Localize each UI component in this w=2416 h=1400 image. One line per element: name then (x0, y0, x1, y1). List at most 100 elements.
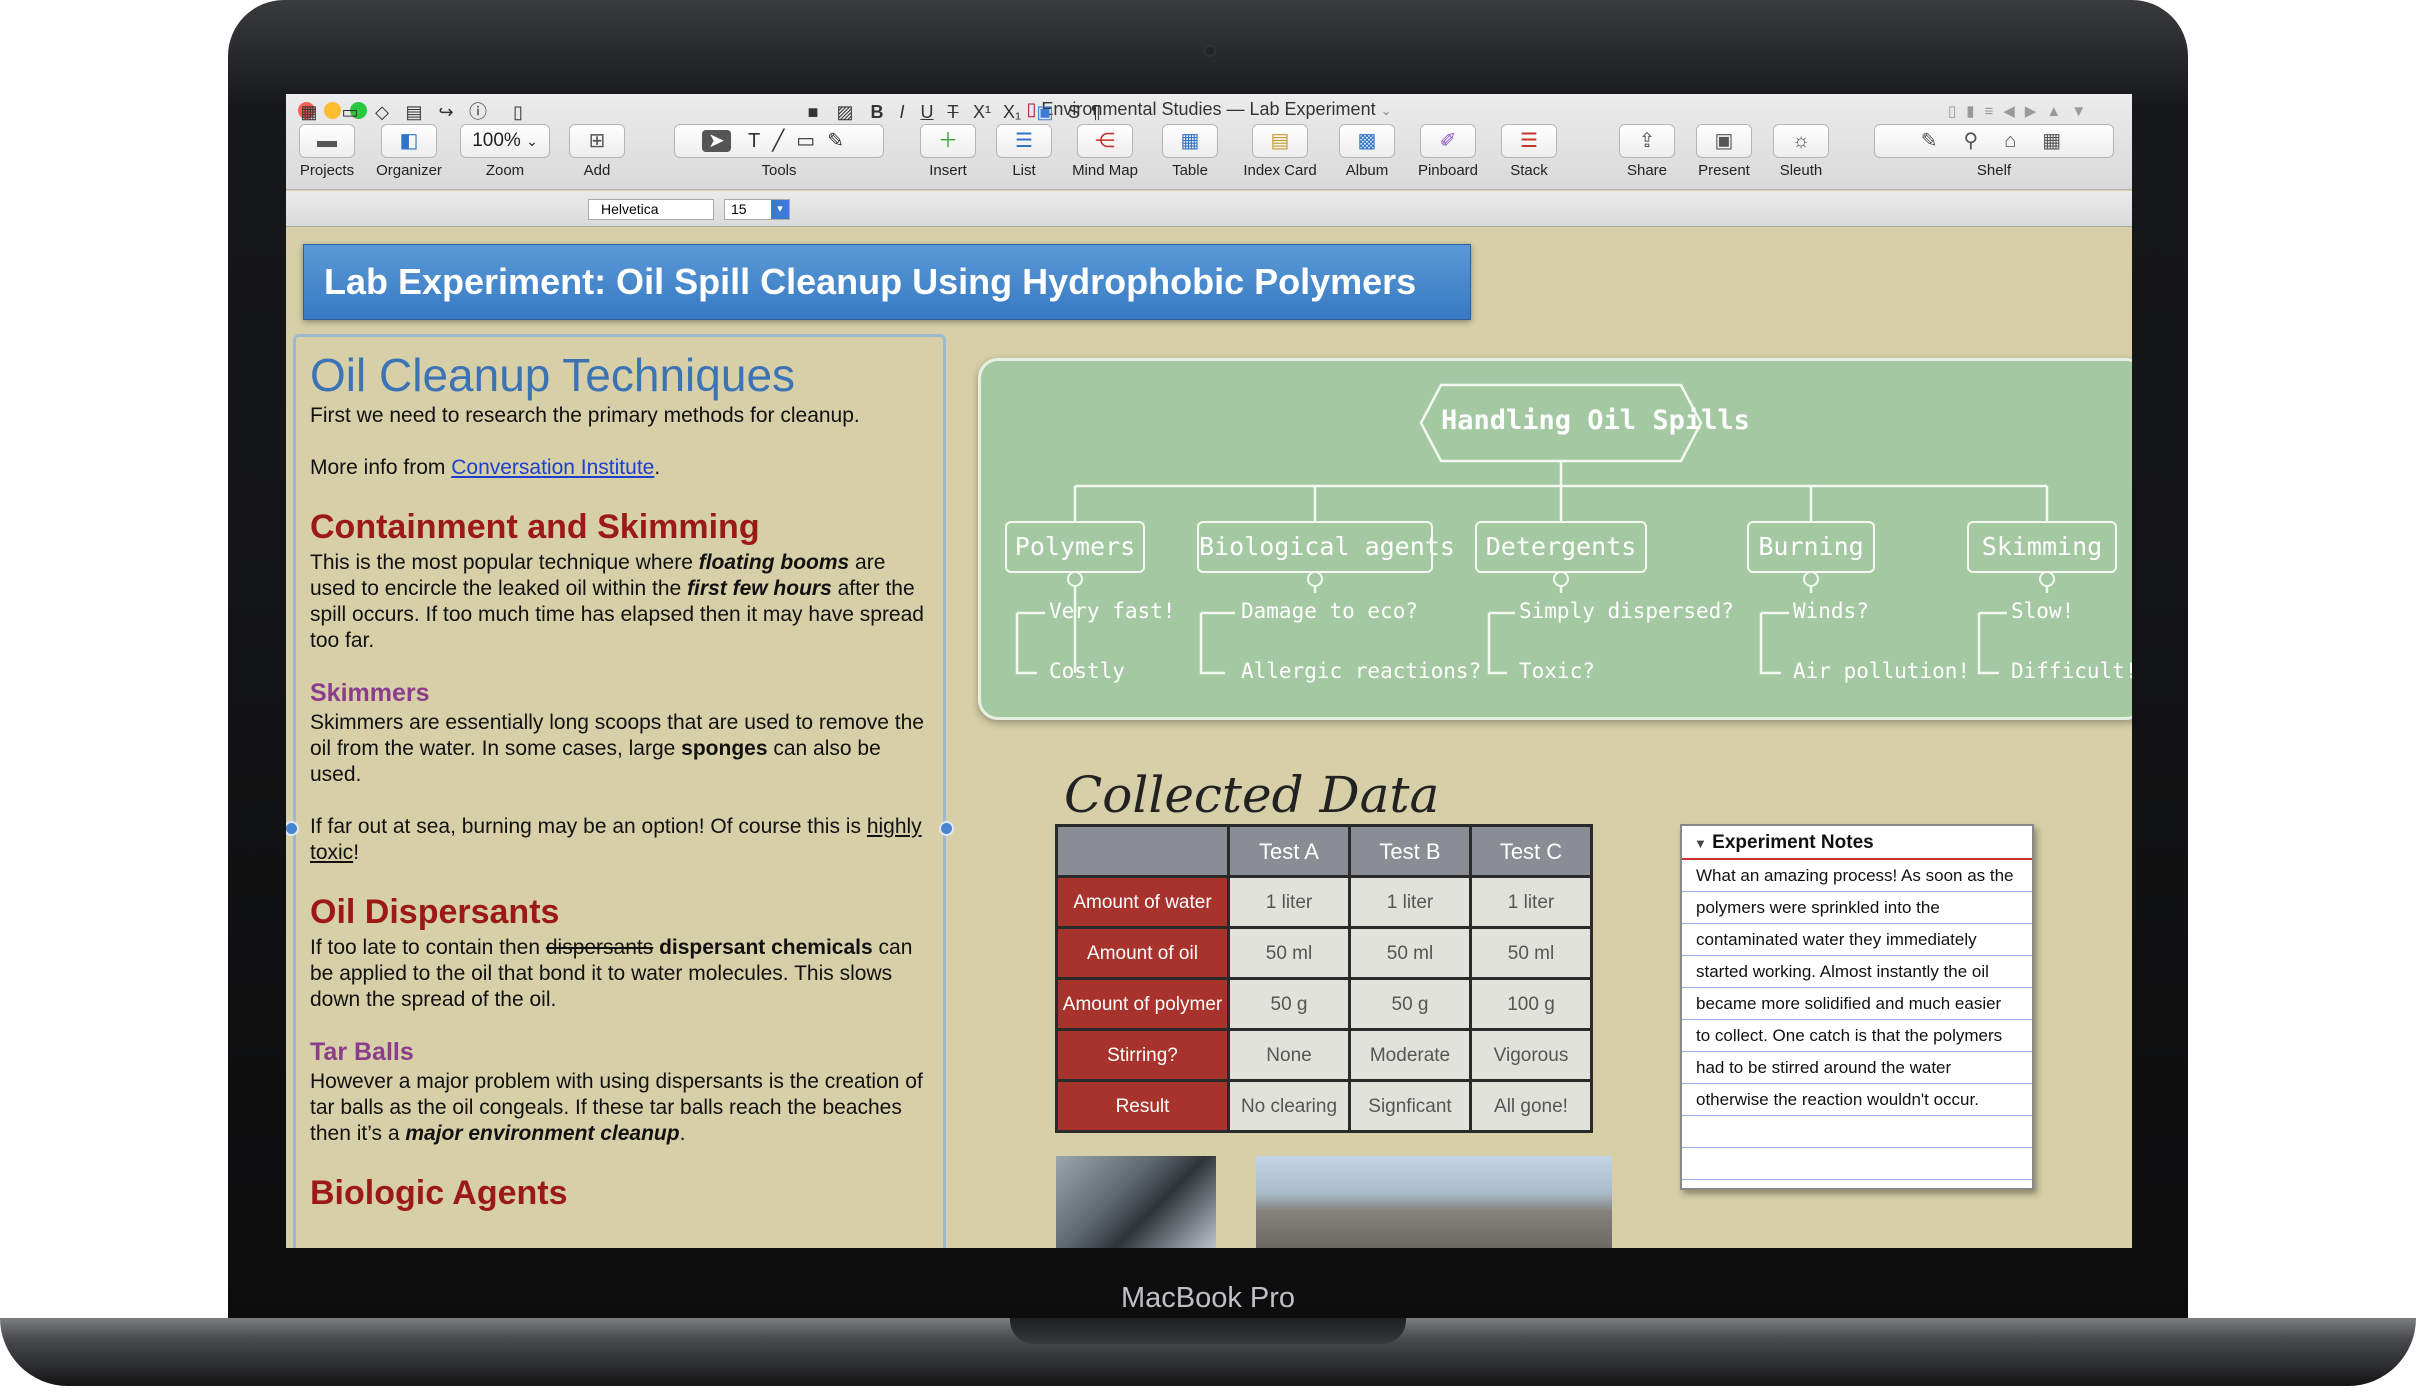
mindmap-node-detergents[interactable]: Detergents (1475, 521, 1647, 573)
chevron-down-icon[interactable]: ⌄ (1381, 103, 1392, 118)
mindmap-leaf[interactable]: Winds? (1793, 599, 1869, 623)
table-header[interactable]: Test C (1469, 824, 1593, 878)
note-icon[interactable]: ▤ (400, 99, 428, 125)
mindmap-leaf[interactable]: Damage to eco? (1241, 599, 1418, 623)
row-header[interactable]: Amount of polymer (1055, 977, 1230, 1031)
table-cell[interactable]: 1 liter (1227, 875, 1351, 929)
pinboard-button[interactable]: ✐ Pinboard (1406, 124, 1490, 184)
mindmap-leaf[interactable]: Toxic? (1519, 659, 1595, 683)
table-cell[interactable]: Vigorous (1469, 1028, 1593, 1082)
table-cell[interactable]: 1 liter (1469, 875, 1593, 929)
bold-button[interactable]: B (866, 99, 888, 125)
text-column[interactable]: Oil Cleanup Techniques First we need to … (293, 334, 946, 1248)
strikethrough-button[interactable]: T (942, 99, 964, 125)
list-button[interactable]: ☰ List (992, 124, 1056, 184)
mindmap-button[interactable]: ⋲ Mind Map (1062, 124, 1148, 184)
collapse-burning-icon[interactable] (1803, 571, 1819, 587)
library-icon[interactable]: ⌂ (2004, 130, 2042, 152)
text-tool-icon[interactable]: T (748, 130, 772, 152)
search-icon[interactable]: ⚲ (1964, 130, 2005, 152)
shape-tool-icon[interactable]: ▭ (796, 130, 827, 152)
present-button[interactable]: ▣ Present (1686, 124, 1762, 184)
navigation-controls[interactable]: ▯▮≡◀▶▲▼ (1922, 99, 2122, 125)
outline-icon[interactable]: ≡ (1984, 103, 2003, 120)
up-arrow-icon[interactable]: ▲ (2046, 103, 2071, 120)
font-field[interactable]: Helvetica (588, 199, 714, 220)
layout-icon[interactable]: ▦ (296, 99, 322, 125)
page-title[interactable]: Lab Experiment: Oil Spill Cleanup Using … (303, 244, 1471, 320)
collapse-biological-icon[interactable] (1307, 571, 1323, 587)
add-button[interactable]: ⊞ Add (562, 124, 632, 184)
experiment-notes[interactable]: ▼ Experiment Notes What an amazing proce… (1680, 824, 2034, 1190)
info-icon[interactable]: ⓘ (464, 99, 492, 125)
table-cell[interactable]: 50 g (1227, 977, 1351, 1031)
highlight-icon[interactable]: ▣ (1030, 99, 1060, 125)
line-tool-icon[interactable]: ╱ (772, 130, 796, 152)
mind-map[interactable]: Handling Oil Spills Polymers Biological … (978, 358, 2132, 720)
album-button[interactable]: ▩ Album (1334, 124, 1400, 184)
columns-icon[interactable]: ▯ (1948, 103, 1966, 120)
zoom-select[interactable]: 100% ⌄ Zoom (458, 124, 552, 184)
mindmap-leaf[interactable]: Slow! (2011, 599, 2074, 623)
table-cell[interactable]: 50 ml (1348, 926, 1472, 980)
mindmap-node-skimming[interactable]: Skimming (1967, 521, 2117, 573)
style-button[interactable]: S (1064, 99, 1084, 125)
box-icon[interactable]: ▭ (336, 99, 364, 125)
table-button[interactable]: ▦ Table (1154, 124, 1226, 184)
table-cell[interactable]: None (1227, 1028, 1351, 1082)
conservation-link[interactable]: Conversation Institute (451, 456, 654, 479)
down-arrow-icon[interactable]: ▼ (2071, 103, 2096, 120)
table-cell[interactable]: 50 g (1348, 977, 1472, 1031)
mindmap-node-biological[interactable]: Biological agents (1197, 521, 1455, 573)
resize-handle-right[interactable] (939, 821, 954, 836)
font-size-field[interactable]: 15 ▾ (724, 199, 790, 220)
mindmap-leaf[interactable]: Allergic reactions? (1241, 659, 1481, 683)
page-icon[interactable]: ▯ (504, 99, 532, 125)
sleuth-button[interactable]: ☼ Sleuth (1766, 124, 1836, 184)
table-header[interactable]: Test A (1227, 824, 1351, 878)
link-arrow-icon[interactable]: ↪ (432, 99, 460, 125)
text-color-icon[interactable]: ■ (800, 99, 826, 125)
table-cell[interactable]: Signficant (1348, 1079, 1472, 1133)
table-cell[interactable]: All gone! (1469, 1079, 1593, 1133)
oil-bird-photo[interactable] (1056, 1156, 1216, 1248)
forward-arrow-icon[interactable]: ▶ (2025, 103, 2047, 120)
mindmap-node-burning[interactable]: Burning (1747, 521, 1875, 573)
mindmap-leaf[interactable]: Costly (1049, 659, 1125, 683)
organizer-button[interactable]: ◧ Organizer (368, 124, 450, 184)
tag-icon[interactable]: ◇ (368, 99, 396, 125)
table-cell[interactable]: Moderate (1348, 1028, 1472, 1082)
coastline-photo[interactable] (1256, 1156, 1612, 1248)
indexcard-button[interactable]: ▤ Index Card (1232, 124, 1328, 184)
row-header[interactable]: Stirring? (1055, 1028, 1230, 1082)
fill-color-icon[interactable]: ▨ (832, 99, 858, 125)
table-cell[interactable]: 50 ml (1227, 926, 1351, 980)
stack-button[interactable]: ☰ Stack (1496, 124, 1562, 184)
collapse-skimming-icon[interactable] (2039, 571, 2055, 587)
table-cell[interactable]: No clearing (1227, 1079, 1351, 1133)
table-header[interactable]: Test B (1348, 824, 1472, 878)
italic-button[interactable]: I (892, 99, 912, 125)
notes-header[interactable]: ▼ Experiment Notes (1682, 826, 2032, 860)
row-header[interactable]: Amount of oil (1055, 926, 1230, 980)
collapse-polymers-icon[interactable] (1067, 571, 1083, 587)
disclosure-triangle-icon[interactable]: ▼ (1694, 836, 1707, 851)
mindmap-root[interactable]: Handling Oil Spills (1441, 405, 1750, 436)
row-header[interactable]: Result (1055, 1079, 1230, 1133)
projects-button[interactable]: ▬ Projects (290, 124, 364, 184)
mindmap-leaf[interactable]: Difficult! (2011, 659, 2132, 683)
superscript-button[interactable]: X¹ (968, 99, 996, 125)
table-cell[interactable]: 100 g (1469, 977, 1593, 1031)
share-button[interactable]: ⇪ Share (1612, 124, 1682, 184)
calculator-icon[interactable]: ▦ (2042, 130, 2087, 152)
mindmap-node-polymers[interactable]: Polymers (1005, 521, 1145, 573)
insert-button[interactable]: ＋ Insert (912, 124, 984, 184)
inspector-icon[interactable]: ✎ (1921, 130, 1964, 152)
table-cell[interactable]: 50 ml (1469, 926, 1593, 980)
collapse-detergents-icon[interactable] (1553, 571, 1569, 587)
row-header[interactable]: Amount of water (1055, 875, 1230, 929)
shelf-segmented-control[interactable]: ✎⚲⌂▦ (1874, 124, 2114, 158)
mindmap-leaf[interactable]: Simply dispersed? (1519, 599, 1734, 623)
mindmap-leaf[interactable]: Very fast! (1049, 599, 1175, 623)
mindmap-leaf[interactable]: Air pollution! (1793, 659, 1970, 683)
